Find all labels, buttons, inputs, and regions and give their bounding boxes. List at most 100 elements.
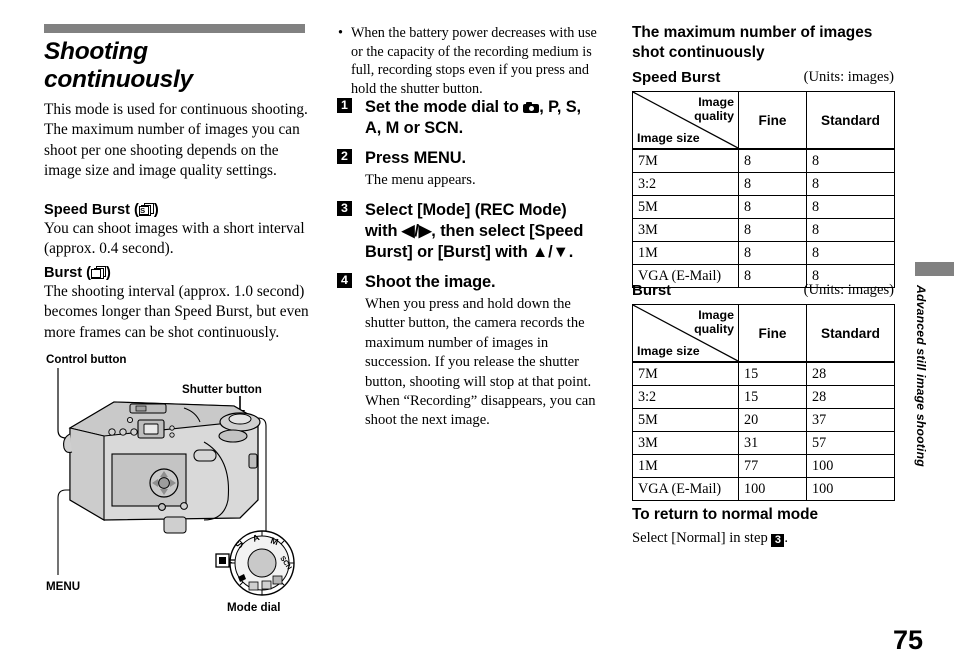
speed-burst-table-body: 7M 8 8 3:2 8 8 5M 8 8 3M 8 8 1M 8 8 VGA … xyxy=(632,148,895,288)
cell-fine: 8 xyxy=(738,241,807,265)
cell-fine: 100 xyxy=(738,477,807,501)
burst-table-body: 7M 15 28 3:2 15 28 5M 20 37 3M 31 57 1M … xyxy=(632,361,895,501)
speed-burst-table-caption: (Units: images) Speed Burst xyxy=(632,69,894,86)
cell-size: 5M xyxy=(632,408,739,432)
cell-fine: 8 xyxy=(738,218,807,242)
cell-standard: 28 xyxy=(806,361,895,386)
step-2-body: The menu appears. xyxy=(365,172,476,188)
camera-mode-icon xyxy=(523,102,540,113)
cell-size: 3:2 xyxy=(632,385,739,409)
step-2: 2 Press MENU. The menu appears. xyxy=(337,148,599,190)
title-rule-bar xyxy=(44,24,305,33)
intro-paragraph: This mode is used for continuous shootin… xyxy=(44,101,308,180)
right-column-heading: The maximum number of images shot contin… xyxy=(632,24,873,61)
step-4: 4 Shoot the image. When you press and ho… xyxy=(337,272,599,431)
bullet-icon: • xyxy=(338,25,343,41)
burst-header-fine: Fine xyxy=(738,304,807,363)
burst-size-label: Image size xyxy=(637,344,700,358)
cell-size: 3M xyxy=(632,218,739,242)
side-tab-marker xyxy=(915,262,954,276)
figure-label-control-button: Control button xyxy=(46,353,127,366)
step-3-number: 3 xyxy=(337,201,352,216)
cell-fine: 8 xyxy=(738,148,807,173)
return-body-before: Select [Normal] in step xyxy=(632,530,772,546)
cell-standard: 8 xyxy=(806,195,895,219)
side-tab-label: Advanced still image shooting xyxy=(914,285,928,467)
return-body-after: . xyxy=(784,530,789,546)
cell-size: VGA (E-Mail) xyxy=(632,477,739,501)
cell-size: 3:2 xyxy=(632,172,739,196)
speed-burst-heading-suffix: ) xyxy=(153,202,159,218)
table-row: 5M 8 8 xyxy=(632,195,895,219)
speed-burst-corner-header: Image quality Image size xyxy=(632,91,739,150)
return-to-normal-section: To return to normal mode Select [Normal]… xyxy=(632,505,894,548)
speed-burst-section: Speed Burst (S) You can shoot images wit… xyxy=(44,201,316,260)
table-header-row: Image quality Image size Fine Standard xyxy=(632,304,895,363)
cell-standard: 8 xyxy=(806,172,895,196)
figure-label-menu: MENU xyxy=(46,580,81,593)
table-header-row: Image quality Image size Fine Standard xyxy=(632,91,895,150)
step-2-number: 2 xyxy=(337,149,352,164)
cell-size: 1M xyxy=(632,241,739,265)
page-title-line1: Shooting xyxy=(44,38,148,65)
cell-standard: 57 xyxy=(806,431,895,455)
return-step-ref: 3 xyxy=(771,534,785,547)
speed-burst-table: Image quality Image size Fine Standard 7… xyxy=(632,91,895,288)
figure-label-mode-dial: Mode dial xyxy=(227,601,281,614)
cell-size: 5M xyxy=(632,195,739,219)
table-row: 1M 8 8 xyxy=(632,241,895,265)
speed-burst-header-fine: Fine xyxy=(738,91,807,150)
burst-body: The shooting interval (approx. 1.0 secon… xyxy=(44,283,309,341)
speed-burst-icon: S xyxy=(138,203,154,216)
cell-standard: 8 xyxy=(806,241,895,265)
speed-burst-heading-prefix: Speed Burst ( xyxy=(44,202,139,218)
burst-heading-suffix: ) xyxy=(106,265,111,281)
burst-units: (Units: images) xyxy=(803,282,894,298)
cell-fine: 8 xyxy=(738,172,807,196)
table-row: 3M 31 57 xyxy=(632,431,895,455)
burst-corner-header: Image quality Image size xyxy=(632,304,739,363)
cell-size: 7M xyxy=(632,148,739,173)
step-1-title: Set the mode dial to , P, S, A, M or SCN… xyxy=(365,97,599,139)
cell-fine: 15 xyxy=(738,361,807,386)
page-title: Shooting continuously xyxy=(44,38,310,94)
speed-burst-units: (Units: images) xyxy=(803,69,894,85)
battery-note: • When the battery power decreases with … xyxy=(337,24,599,98)
camera-illustration: Control button Shutter button MENU Mode … xyxy=(44,350,334,620)
mode-dial-graphic: S A M P SCN xyxy=(215,530,295,596)
figure-label-shutter-button: Shutter button xyxy=(182,383,262,396)
table-row: 3M 8 8 xyxy=(632,218,895,242)
cell-fine: 15 xyxy=(738,385,807,409)
table-row: 5M 20 37 xyxy=(632,408,895,432)
speed-burst-quality-label: Image quality xyxy=(694,95,734,123)
table-row: 7M 8 8 xyxy=(632,148,895,173)
step-1: 1 Set the mode dial to , P, S, A, M or S… xyxy=(337,97,599,139)
cell-fine: 8 xyxy=(738,195,807,219)
step-4-number: 4 xyxy=(337,273,352,288)
speed-burst-body: You can shoot images with a short interv… xyxy=(44,220,305,258)
cell-standard: 8 xyxy=(806,148,895,173)
burst-heading: Burst () xyxy=(44,264,316,282)
cell-fine: 31 xyxy=(738,431,807,455)
burst-table: Image quality Image size Fine Standard 7… xyxy=(632,304,895,501)
cell-standard: 100 xyxy=(806,454,895,478)
step-4-body: When you press and hold down the shutter… xyxy=(365,296,596,429)
camera-body xyxy=(63,401,261,534)
burst-header-standard: Standard xyxy=(806,304,895,363)
burst-table-caption: (Units: images) Burst xyxy=(632,282,894,299)
cell-standard: 100 xyxy=(806,477,895,501)
cell-fine: 20 xyxy=(738,408,807,432)
table-row: 1M 77 100 xyxy=(632,454,895,478)
step-3-title: Select [Mode] (REC Mode) with ◀/▶, then … xyxy=(365,201,584,261)
speed-burst-header-standard: Standard xyxy=(806,91,895,150)
speed-burst-caption-text: Speed Burst xyxy=(632,69,721,86)
table-row: 3:2 8 8 xyxy=(632,172,895,196)
return-body: Select [Normal] in step 3. xyxy=(632,528,894,548)
cell-fine: 77 xyxy=(738,454,807,478)
menu-button-graphic xyxy=(158,503,166,511)
step-1-title-before: Set the mode dial to xyxy=(365,98,524,116)
step-2-title: Press MENU. xyxy=(365,149,466,167)
speed-burst-heading: Speed Burst (S) xyxy=(44,201,316,219)
table-row: 3:2 15 28 xyxy=(632,385,895,409)
page-title-line2: continuously xyxy=(44,66,193,93)
